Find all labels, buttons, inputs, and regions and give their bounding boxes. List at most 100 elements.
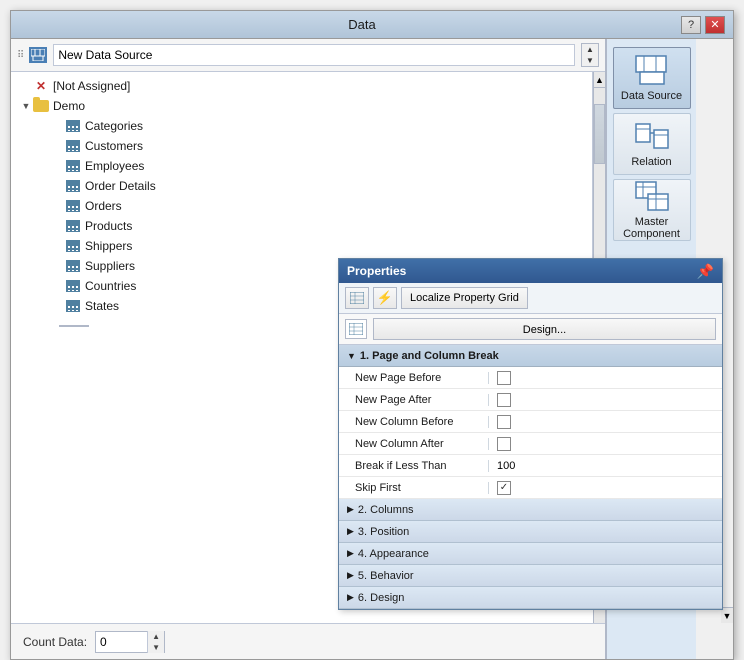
row-value: ✓ [489,481,722,495]
row-value [489,371,722,385]
section-position[interactable]: ▶ 3. Position [339,521,722,543]
tree-item-not-assigned[interactable]: ✕ [Not Assigned] [11,76,592,96]
categories-label: Categories [85,119,143,133]
tree-item-products[interactable]: Products [11,216,592,236]
datasource-button-label: Data Source [621,90,682,102]
expander [51,279,65,293]
new-page-after-checkbox[interactable] [497,393,511,407]
datasource-input[interactable] [53,44,575,66]
section-appearance[interactable]: ▶ 4. Appearance [339,543,722,565]
localize-property-grid-btn[interactable]: Localize Property Grid [401,287,528,309]
window-title: Data [43,17,681,32]
count-input[interactable]: 0 ▲ ▼ [95,631,165,653]
relation-button[interactable]: Relation [613,113,691,175]
expander [51,299,65,313]
row-value: 100 [489,460,722,472]
spin-up[interactable]: ▲ [582,44,598,55]
master-component-button[interactable]: Master Component [613,179,691,241]
tree-item-demo[interactable]: ▼ Demo [11,96,592,116]
row-label: New Page After [339,394,489,406]
properties-title: Properties [347,264,406,278]
tree-item-shippers[interactable]: Shippers [11,236,592,256]
spin-down[interactable]: ▼ [582,55,598,66]
datasource-button[interactable]: Data Source [613,47,691,109]
scroll-up[interactable]: ▲ [594,72,605,88]
order-details-label: Order Details [85,179,156,193]
demo-expander[interactable]: ▼ [19,99,33,113]
expander [51,179,65,193]
expander [19,79,33,93]
row-value [489,437,722,451]
employees-label: Employees [85,159,144,173]
skip-first-checkbox[interactable]: ✓ [497,481,511,495]
row-value [489,393,722,407]
folder-icon [33,99,49,113]
section-arrow: ▶ [347,526,354,537]
tree-item-order-details[interactable]: Order Details [11,176,592,196]
section-arrow: ▶ [347,548,354,559]
expander [51,199,65,213]
close-button[interactable]: ✕ [705,16,725,34]
datasource-bar: ⠿ ▲ ▼ [11,39,605,72]
products-label: Products [85,219,132,233]
new-page-before-checkbox[interactable] [497,371,511,385]
section-page-column-break[interactable]: ▼ 1. Page and Column Break [339,345,722,367]
design-button[interactable]: Design... [373,318,716,340]
not-assigned-label: [Not Assigned] [53,79,130,93]
states-label: States [85,299,119,313]
new-column-after-checkbox[interactable] [497,437,511,451]
help-button[interactable]: ? [681,16,701,34]
row-label: Skip First [339,482,489,494]
row-label: New Page Before [339,372,489,384]
props-grid-view-btn[interactable] [345,287,369,309]
row-label: New Column Before [339,416,489,428]
grid-icon [345,319,367,339]
master-component-button-icon [634,180,670,212]
properties-panel: Properties 📌 ⚡ Localize Property Grid [338,258,723,610]
relation-button-icon [634,120,670,152]
section-2-label: 2. Columns [358,504,414,516]
tree-item-employees[interactable]: Employees [11,156,592,176]
tree-item-categories[interactable]: Categories [11,116,592,136]
section-5-label: 5. Behavior [358,570,414,582]
tree-item-customers[interactable]: Customers [11,136,592,156]
row-value [489,415,722,429]
table-icon [65,119,81,133]
props-row-new-column-before: New Column Before [339,411,722,433]
section-design[interactable]: ▶ 6. Design [339,587,722,609]
section-3-label: 3. Position [358,526,409,538]
pin-button[interactable]: 📌 [697,263,714,280]
title-bar-controls: ? ✕ [681,16,725,34]
table-icon [65,159,81,173]
props-row-new-column-after: New Column After [339,433,722,455]
drag-handle[interactable]: ⠿ [17,50,23,61]
section-columns[interactable]: ▶ 2. Columns [339,499,722,521]
title-bar: Data ? ✕ [11,11,733,39]
section-arrow: ▶ [347,592,354,603]
datasource-button-icon [634,54,670,86]
section-behavior[interactable]: ▶ 5. Behavior [339,565,722,587]
datasource-spinner[interactable]: ▲ ▼ [581,43,599,67]
row-label: New Column After [339,438,489,450]
section-arrow: ▼ [347,351,356,361]
countries-label: Countries [85,279,136,293]
break-value: 100 [497,460,515,472]
props-lightning-btn[interactable]: ⚡ [373,287,397,309]
count-label: Count Data: [23,635,87,649]
expander [51,239,65,253]
master-component-button-label: Master Component [614,216,690,240]
table-icon [65,239,81,253]
props-row-skip-first: Skip First ✓ [339,477,722,499]
count-spin-down[interactable]: ▼ [148,642,164,653]
tree-item-orders[interactable]: Orders [11,196,592,216]
suppliers-label: Suppliers [85,259,135,273]
scroll-thumb[interactable] [594,104,605,164]
expander [51,219,65,233]
count-spinner[interactable]: ▲ ▼ [147,631,164,653]
new-column-before-checkbox[interactable] [497,415,511,429]
count-spin-up[interactable]: ▲ [148,631,164,642]
customers-label: Customers [85,139,143,153]
props-row-new-page-before: New Page Before [339,367,722,389]
props-row-break-if-less: Break if Less Than 100 [339,455,722,477]
demo-label: Demo [53,99,85,113]
